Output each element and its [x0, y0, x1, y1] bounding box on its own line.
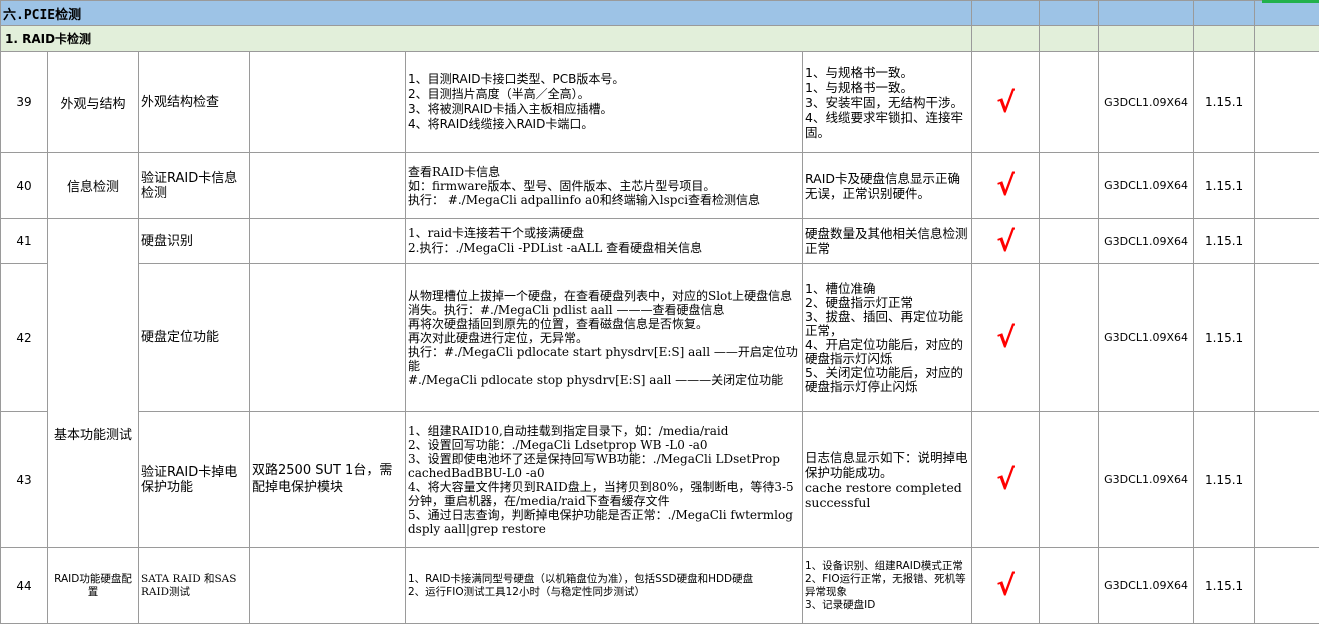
cell[interactable] — [1040, 219, 1099, 264]
table-row: 42 硬盘定位功能 从物理槽位上拔掉一个硬盘，在查看硬盘列表中，对应的Slot上… — [1, 264, 1319, 412]
pass-check-icon[interactable]: √ — [972, 153, 1040, 219]
case-item[interactable]: 硬盘识别 — [139, 219, 250, 264]
subsection-header-row: 1. RAID卡检测 — [1, 26, 1319, 52]
pass-check-icon[interactable]: √ — [972, 52, 1040, 153]
table-row: 39 外观与结构 外观结构检查 1、目测RAID卡接口类型、PCB版本号。 2、… — [1, 52, 1319, 153]
cell[interactable] — [1194, 1, 1255, 26]
case-expected[interactable]: 硬盘数量及其他相关信息检测正常 — [803, 219, 972, 264]
cell[interactable] — [1099, 1, 1194, 26]
case-version[interactable]: G3DCL1.09X64 — [1099, 219, 1194, 264]
cell[interactable] — [1255, 153, 1319, 219]
pass-check-icon[interactable]: √ — [972, 219, 1040, 264]
table-row: 44 RAID功能硬盘配置 SATA RAID 和SAS RAID测试 1、RA… — [1, 548, 1319, 624]
case-env[interactable]: 双路2500 SUT 1台，需配掉电保护模块 — [250, 412, 406, 548]
cell[interactable] — [1255, 219, 1319, 264]
case-version[interactable]: G3DCL1.09X64 — [1099, 264, 1194, 412]
cell[interactable] — [1255, 52, 1319, 153]
case-item[interactable]: 外观结构检查 — [139, 52, 250, 153]
case-expected[interactable]: 日志信息显示如下：说明掉电保护功能成功。 cache restore compl… — [803, 412, 972, 548]
cell[interactable] — [972, 26, 1040, 52]
case-steps[interactable]: 1、目测RAID卡接口类型、PCB版本号。 2、目测挡片高度（半高／全高）。 3… — [406, 52, 803, 153]
case-steps[interactable]: 1、raid卡连接若干个或接满硬盘 2.执行：./MegaCli -PDList… — [406, 219, 803, 264]
test-case-sheet: 六.PCIE检测 1. RAID卡检测 39 外观与结构 外观结构检查 1、目测… — [0, 0, 1319, 624]
cell[interactable] — [1255, 264, 1319, 412]
case-release[interactable]: 1.15.1 — [1194, 153, 1255, 219]
case-category[interactable]: 信息检测 — [48, 153, 139, 219]
case-id[interactable]: 44 — [1, 548, 48, 624]
case-version[interactable]: G3DCL1.09X64 — [1099, 548, 1194, 624]
case-expected[interactable]: 1、槽位准确 2、硬盘指示灯正常 3、拔盘、插回、再定位功能正常， 4、开启定位… — [803, 264, 972, 412]
case-release[interactable]: 1.15.1 — [1194, 412, 1255, 548]
table-row: 41 基本功能测试 硬盘识别 1、raid卡连接若干个或接满硬盘 2.执行：./… — [1, 219, 1319, 264]
case-steps[interactable]: 1、RAID卡接满同型号硬盘（以机箱盘位为准），包括SSD硬盘和HDD硬盘 2、… — [406, 548, 803, 624]
case-expected[interactable]: 1、与规格书一致。 1、与规格书一致。 3、安装牢固，无结构干涉。 4、线缆要求… — [803, 52, 972, 153]
case-steps[interactable]: 1、组建RAID10,自动挂载到指定目录下，如：/media/raid 2、设置… — [406, 412, 803, 548]
table-row: 43 验证RAID卡掉电保护功能 双路2500 SUT 1台，需配掉电保护模块 … — [1, 412, 1319, 548]
case-category[interactable]: 外观与结构 — [48, 52, 139, 153]
subsection-title[interactable]: 1. RAID卡检测 — [1, 26, 972, 52]
case-expected[interactable]: RAID卡及硬盘信息显示正确无误，正常识别硬件。 — [803, 153, 972, 219]
case-release[interactable]: 1.15.1 — [1194, 219, 1255, 264]
table-row: 40 信息检测 验证RAID卡信息检测 查看RAID卡信息 如：firmware… — [1, 153, 1319, 219]
cell[interactable] — [1040, 26, 1099, 52]
cell[interactable] — [1040, 264, 1099, 412]
pass-check-icon[interactable]: √ — [972, 264, 1040, 412]
case-version[interactable]: G3DCL1.09X64 — [1099, 153, 1194, 219]
selection-indicator — [1262, 0, 1319, 3]
cell[interactable] — [1255, 26, 1319, 52]
case-release[interactable]: 1.15.1 — [1194, 548, 1255, 624]
case-env[interactable] — [250, 219, 406, 264]
case-category[interactable]: RAID功能硬盘配置 — [48, 548, 139, 624]
case-id[interactable]: 39 — [1, 52, 48, 153]
cell[interactable] — [1040, 153, 1099, 219]
case-id[interactable]: 40 — [1, 153, 48, 219]
case-item[interactable]: 验证RAID卡掉电保护功能 — [139, 412, 250, 548]
cell[interactable] — [972, 1, 1040, 26]
cell[interactable] — [1040, 412, 1099, 548]
case-env[interactable] — [250, 548, 406, 624]
case-release[interactable]: 1.15.1 — [1194, 264, 1255, 412]
section-header-row: 六.PCIE检测 — [1, 1, 1319, 26]
cell[interactable] — [1255, 1, 1319, 26]
case-item[interactable]: 硬盘定位功能 — [139, 264, 250, 412]
case-steps[interactable]: 查看RAID卡信息 如：firmware版本、型号、固件版本、主芯片型号项目。 … — [406, 153, 803, 219]
case-category[interactable]: 基本功能测试 — [48, 219, 139, 548]
cell[interactable] — [1099, 26, 1194, 52]
case-version[interactable]: G3DCL1.09X64 — [1099, 52, 1194, 153]
case-id[interactable]: 41 — [1, 219, 48, 264]
case-item[interactable]: SATA RAID 和SAS RAID测试 — [139, 548, 250, 624]
case-id[interactable]: 43 — [1, 412, 48, 548]
pass-check-icon[interactable]: √ — [972, 548, 1040, 624]
case-env[interactable] — [250, 52, 406, 153]
case-item[interactable]: 验证RAID卡信息检测 — [139, 153, 250, 219]
cell[interactable] — [1040, 52, 1099, 153]
cell[interactable] — [1194, 26, 1255, 52]
case-release[interactable]: 1.15.1 — [1194, 52, 1255, 153]
section-title[interactable]: 六.PCIE检测 — [1, 1, 972, 26]
cell[interactable] — [1040, 548, 1099, 624]
case-env[interactable] — [250, 153, 406, 219]
cell[interactable] — [1255, 412, 1319, 548]
cell[interactable] — [1040, 1, 1099, 26]
case-expected[interactable]: 1、设备识别、组建RAID模式正常 2、FIO运行正常，无报错、死机等异常现象 … — [803, 548, 972, 624]
case-steps[interactable]: 从物理槽位上拔掉一个硬盘，在查看硬盘列表中，对应的Slot上硬盘信息消失。执行：… — [406, 264, 803, 412]
case-env[interactable] — [250, 264, 406, 412]
case-id[interactable]: 42 — [1, 264, 48, 412]
cell[interactable] — [1255, 548, 1319, 624]
pass-check-icon[interactable]: √ — [972, 412, 1040, 548]
case-version[interactable]: G3DCL1.09X64 — [1099, 412, 1194, 548]
